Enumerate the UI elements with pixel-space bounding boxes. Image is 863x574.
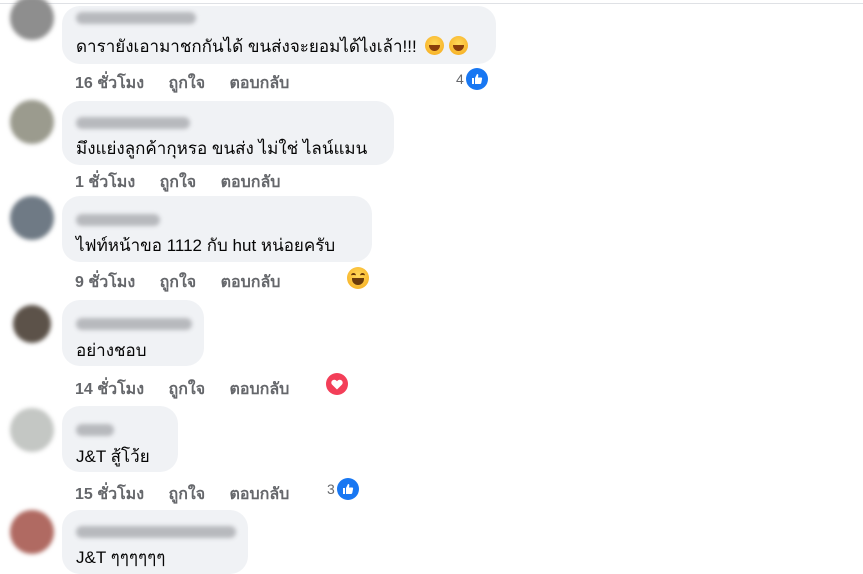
comment-text: ดารายังเอามาชกกันได้ ขนส่งจะยอมได้ไงเล้า… xyxy=(76,33,469,60)
comment-text: อย่างชอบ xyxy=(76,341,147,360)
comment-bubble: ไฟท์หน้าขอ 1112 กับ hut หน่อยครับ xyxy=(62,196,372,262)
avatar[interactable] xyxy=(10,196,54,240)
laughing-emoji xyxy=(425,36,445,55)
commenter-name-blurred[interactable] xyxy=(76,318,192,330)
comment-bubble: J&T สู้โว้ย xyxy=(62,406,178,472)
thumbs-up-icon xyxy=(336,478,359,500)
reply-button[interactable]: ตอบกลับ xyxy=(230,381,290,398)
comment-text: J&T ๆๆๆๆๆๆ xyxy=(76,548,166,567)
comment-actions: 16 ชั่วโมง ถูกใจ ตอบกลับ xyxy=(75,71,309,96)
comment-actions: 9 ชั่วโมง ถูกใจ ตอบกลับ xyxy=(75,270,300,295)
comment-timestamp[interactable]: 15 ชั่วโมง xyxy=(75,486,144,503)
commenter-name-blurred[interactable] xyxy=(76,526,236,538)
avatar[interactable] xyxy=(10,510,54,554)
comment-bubble: J&T ๆๆๆๆๆๆ xyxy=(62,510,248,574)
reaction-count: 4 xyxy=(456,71,464,87)
like-button[interactable]: ถูกใจ xyxy=(160,274,197,291)
comment-text: มึงแย่งลูกค้ากุหรอ ขนส่ง ไม่ใช่ ไลน์แมน xyxy=(76,139,368,158)
reply-button[interactable]: ตอบกลับ xyxy=(230,75,290,92)
avatar[interactable] xyxy=(13,305,51,343)
love-heart-icon xyxy=(326,373,348,395)
commenter-name-blurred[interactable] xyxy=(76,214,160,226)
commenter-name-blurred[interactable] xyxy=(76,12,196,24)
reply-button[interactable]: ตอบกลับ xyxy=(230,486,290,503)
comment-text: ไฟท์หน้าขอ 1112 กับ hut หน่อยครับ xyxy=(76,236,336,255)
reaction-summary[interactable]: 3 xyxy=(327,478,359,500)
comment-actions: 15 ชั่วโมง ถูกใจ ตอบกลับ xyxy=(75,482,309,507)
reply-button[interactable]: ตอบกลับ xyxy=(221,174,281,191)
commenter-name-blurred[interactable] xyxy=(76,117,190,129)
like-button[interactable]: ถูกใจ xyxy=(169,381,206,398)
reply-button[interactable]: ตอบกลับ xyxy=(221,274,281,291)
avatar[interactable] xyxy=(10,0,54,40)
comment-actions: 14 ชั่วโมง ถูกใจ ตอบกลับ xyxy=(75,377,309,402)
comment-bubble: มึงแย่งลูกค้ากุหรอ ขนส่ง ไม่ใช่ ไลน์แมน xyxy=(62,101,394,165)
comment-bubble: อย่างชอบ xyxy=(62,300,204,366)
avatar[interactable] xyxy=(10,100,54,144)
like-button[interactable]: ถูกใจ xyxy=(160,174,197,191)
comment-bubble: ดารายังเอามาชกกันได้ ขนส่งจะยอมได้ไงเล้า… xyxy=(62,6,496,64)
comment-timestamp[interactable]: 9 ชั่วโมง xyxy=(75,274,135,291)
comment-text: J&T สู้โว้ย xyxy=(76,447,150,466)
like-button[interactable]: ถูกใจ xyxy=(169,75,206,92)
haha-icon xyxy=(347,267,369,289)
reaction-count: 3 xyxy=(327,481,335,497)
avatar[interactable] xyxy=(10,408,54,452)
thumbs-up-icon xyxy=(465,68,488,90)
laughing-emoji xyxy=(449,36,469,55)
reaction-summary[interactable]: 4 xyxy=(456,68,488,90)
commenter-name-blurred[interactable] xyxy=(76,424,114,436)
top-divider xyxy=(0,3,863,4)
comment-timestamp[interactable]: 16 ชั่วโมง xyxy=(75,75,144,92)
reaction-summary[interactable] xyxy=(326,373,348,395)
comment-timestamp[interactable]: 1 ชั่วโมง xyxy=(75,174,135,191)
reaction-summary[interactable] xyxy=(347,267,369,289)
comment-timestamp[interactable]: 14 ชั่วโมง xyxy=(75,381,144,398)
like-button[interactable]: ถูกใจ xyxy=(169,486,206,503)
comment-actions: 1 ชั่วโมง ถูกใจ ตอบกลับ xyxy=(75,170,300,195)
